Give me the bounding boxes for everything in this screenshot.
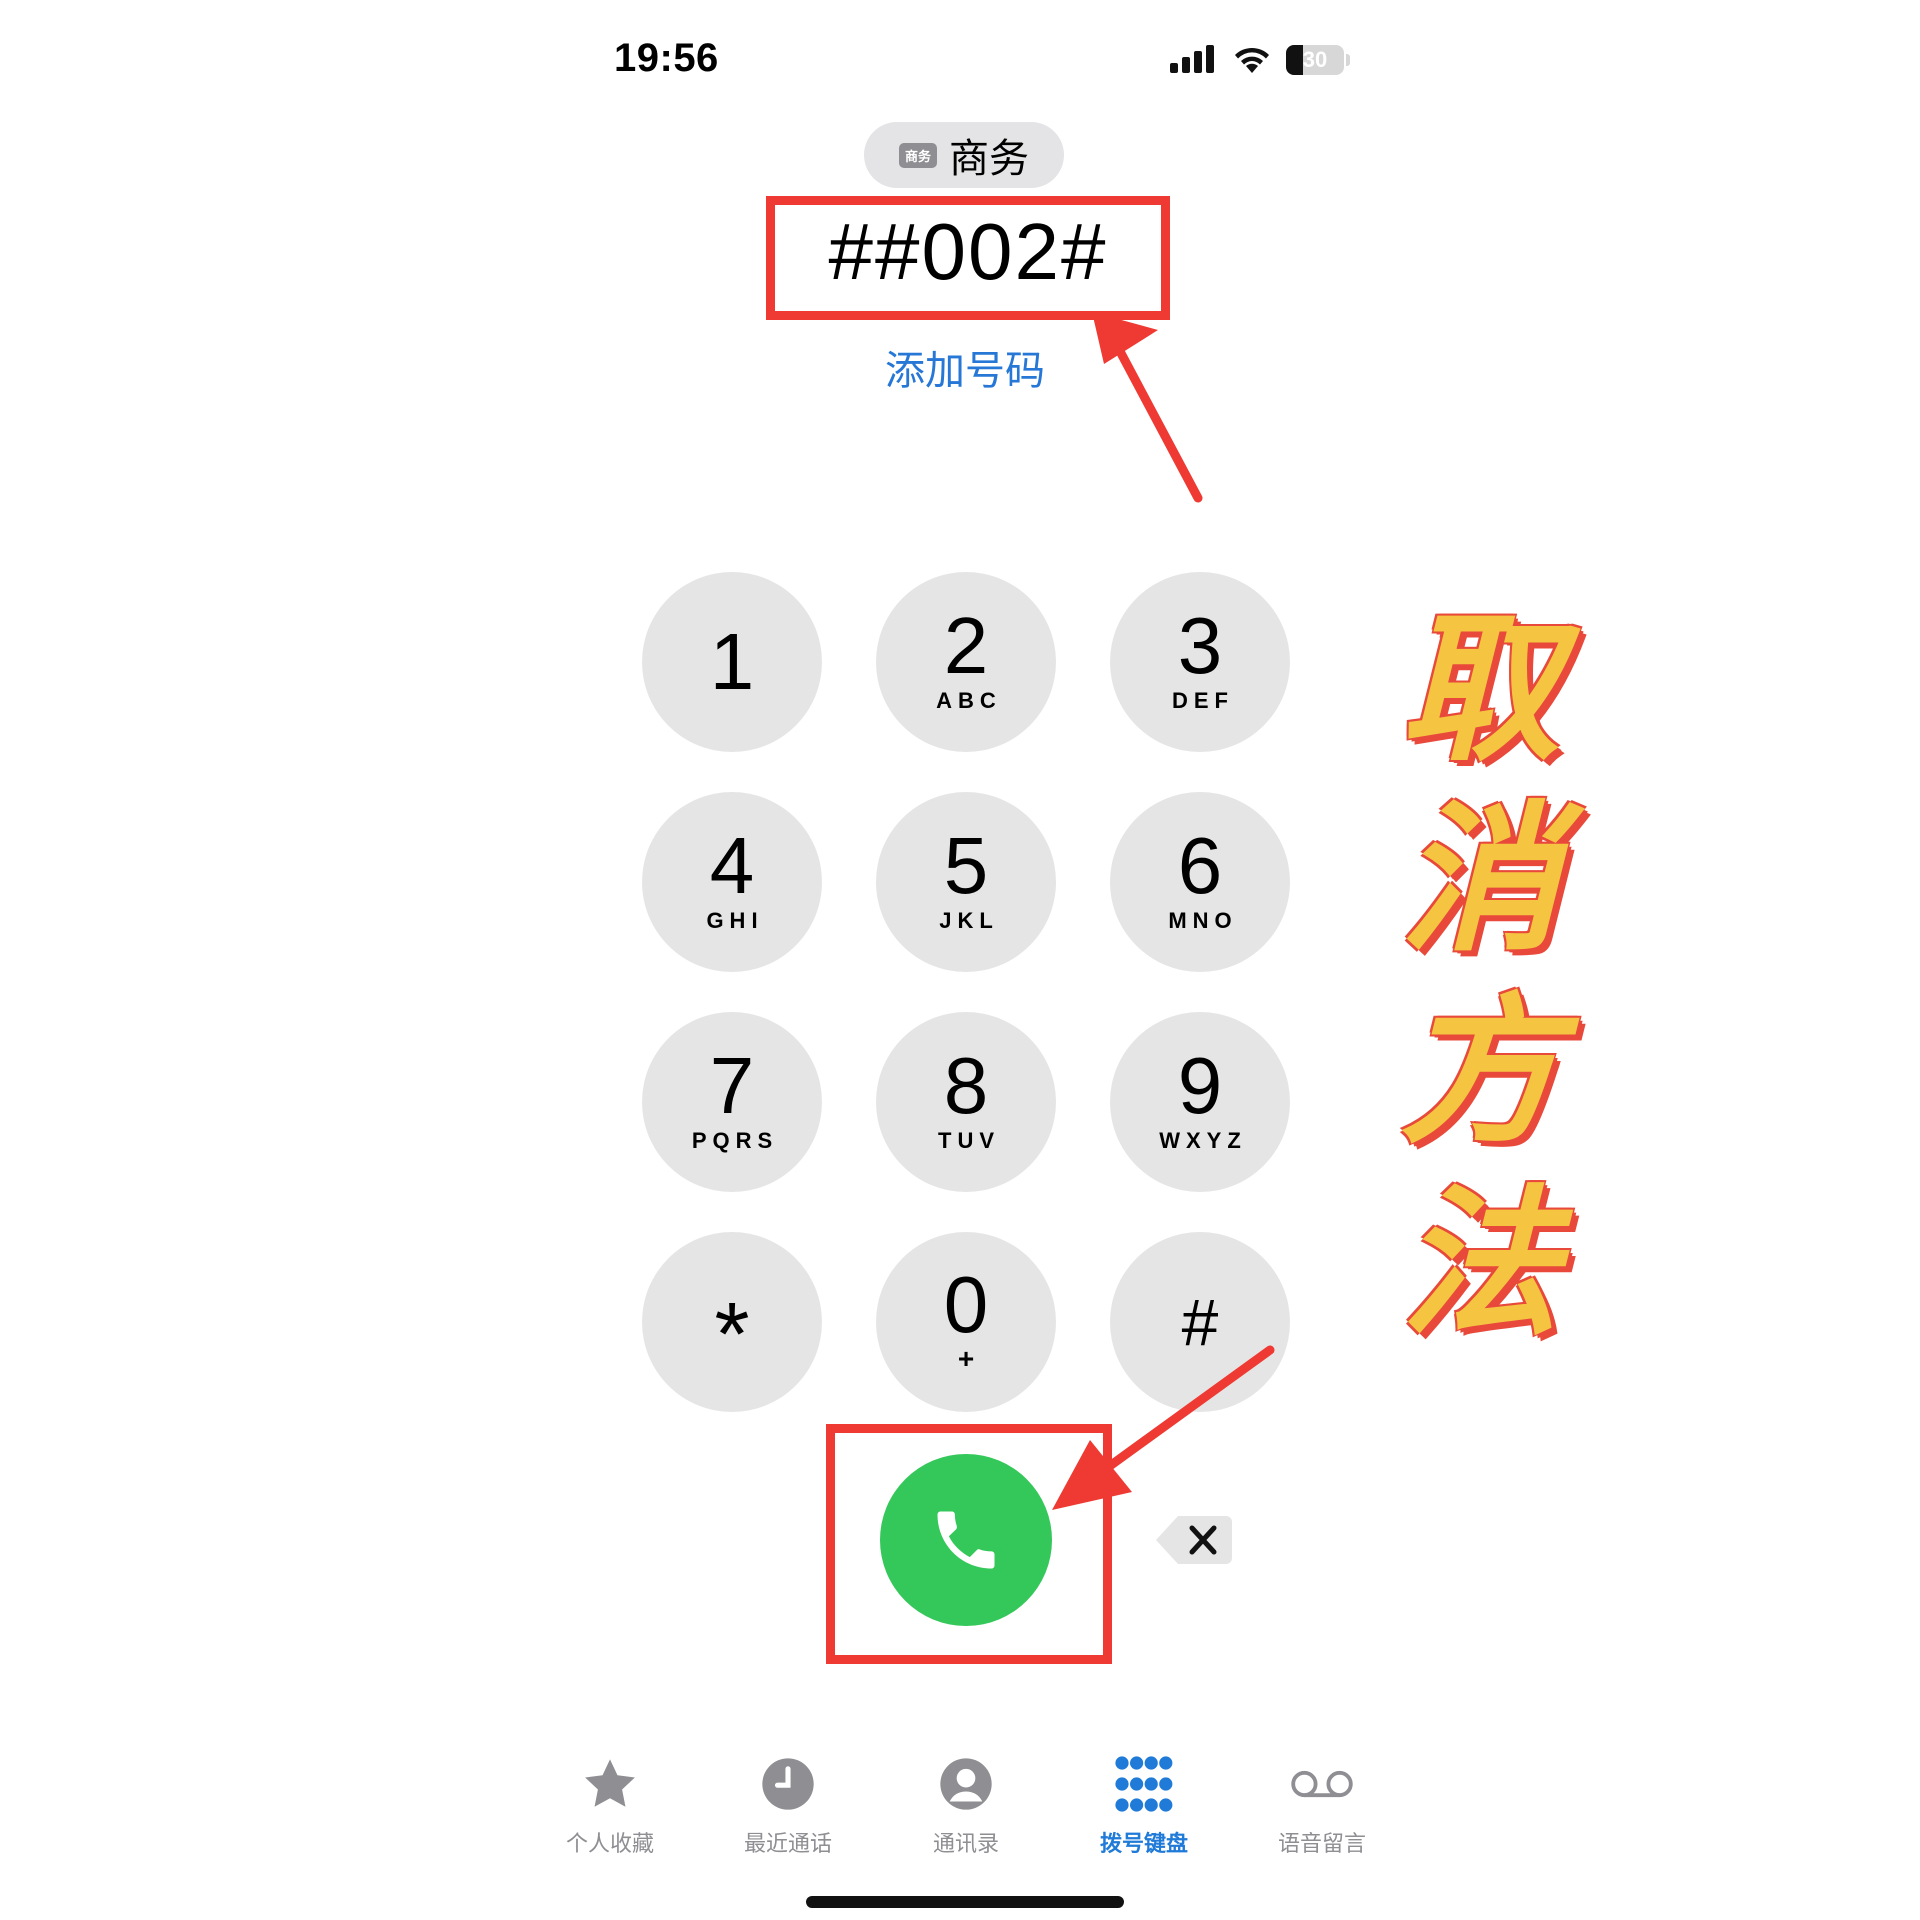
tab-label: 拨号键盘 [1099,1831,1188,1856]
key-digit: 9 [1177,1041,1223,1130]
status-icons: 30 [1170,40,1350,80]
key-letters: + [957,1343,975,1374]
key-letters: JKL [939,908,999,933]
key-digit: 5 [943,821,989,910]
key-digit: 0 [943,1260,989,1349]
key-8[interactable]: 8 TUV [876,1012,1056,1192]
key-digit: 6 [1177,821,1223,910]
key-digit: 3 [1177,601,1223,690]
key-3[interactable]: 3 DEF [1110,572,1290,752]
tab-contacts[interactable]: 通讯录 [896,1752,1036,1858]
backspace-icon [1156,1516,1232,1564]
wifi-icon [1235,47,1269,73]
key-digit: * [714,1285,750,1385]
tab-label: 个人收藏 [565,1831,654,1856]
key-4[interactable]: 4 GHI [642,792,822,972]
tab-recents[interactable]: 最近通话 [718,1752,858,1858]
line-badge: 商务 [898,142,937,168]
key-digit: 1 [709,617,755,706]
home-indicator[interactable] [806,1896,1124,1908]
key-7[interactable]: 7 PQRS [642,1012,822,1192]
keypad-icon [1112,1752,1176,1816]
key-letters: GHI [706,908,764,933]
cellular-signal-icon [1170,45,1214,73]
line-name: 商务 [949,137,1029,181]
tab-favorites[interactable]: 个人收藏 [540,1752,680,1858]
tab-label: 最近通话 [743,1831,832,1856]
caption-char-4: 法 [1399,1170,1560,1357]
tab-label: 语音留言 [1277,1831,1366,1856]
annotation-arrow-call [1052,1345,1275,1510]
battery-icon: 30 [1286,45,1344,75]
key-9[interactable]: 9 WXYZ [1110,1012,1290,1192]
voicemail-icon [1290,1752,1354,1816]
key-letters: DEF [1172,688,1234,713]
key-star[interactable]: * [642,1232,822,1412]
key-5[interactable]: 5 JKL [876,792,1056,972]
clock-icon [756,1752,820,1816]
key-6[interactable]: 6 MNO [1110,792,1290,972]
line-selector[interactable]: 商务 商务 [864,122,1064,188]
caption-char-1: 取 [1399,596,1560,783]
key-digit: 4 [709,821,755,910]
key-1[interactable]: 1 [642,572,822,752]
key-letters: ABC [936,688,1002,713]
tab-keypad[interactable]: 拨号键盘 [1074,1752,1214,1858]
phone-icon [937,1511,995,1569]
annotation-arrow-number [1092,312,1203,503]
call-button[interactable] [880,1454,1052,1626]
key-letters: MNO [1168,908,1238,933]
battery-level: 30 [1302,47,1328,72]
key-letters: WXYZ [1159,1128,1247,1153]
caption-char-3: 方 [1399,978,1560,1165]
key-digit: 7 [709,1041,755,1130]
star-icon [578,1752,642,1816]
battery-nub [1346,54,1350,66]
status-time: 19:56 [614,36,719,80]
key-0[interactable]: 0 + [876,1232,1056,1412]
key-2[interactable]: 2 ABC [876,572,1056,752]
tab-voicemail[interactable]: 语音留言 [1252,1752,1392,1858]
caption-char-2: 消 [1399,786,1560,973]
key-digit: 8 [943,1041,989,1130]
key-letters: TUV [938,1128,1000,1153]
contact-icon [934,1752,998,1816]
tab-label: 通讯录 [932,1831,999,1856]
key-digit: 2 [943,601,989,690]
delete-button[interactable] [1154,1512,1234,1568]
key-letters: PQRS [691,1128,779,1153]
